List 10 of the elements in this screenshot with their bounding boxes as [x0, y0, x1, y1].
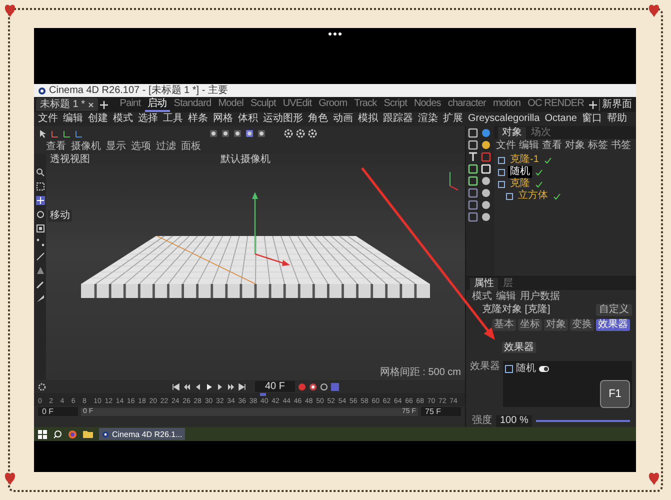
window-title: Cinema 4D R26.107 - [未标题 1 *] - 主要 [49, 84, 228, 96]
field-label: 效果器 [470, 361, 500, 374]
object-label: 克隆对象 [克隆] [482, 304, 550, 316]
grid-spacing-label: 网格间距 : 500 cm [380, 367, 461, 379]
tab-label: 未标题 1 * [40, 98, 86, 110]
key-overlay: F1 [600, 380, 630, 408]
tooltip: 移动 [48, 210, 72, 222]
field-label: 强度 [472, 415, 492, 427]
viewport-title: 透视视图 [50, 154, 90, 166]
section-title: 效果器 [502, 342, 536, 353]
